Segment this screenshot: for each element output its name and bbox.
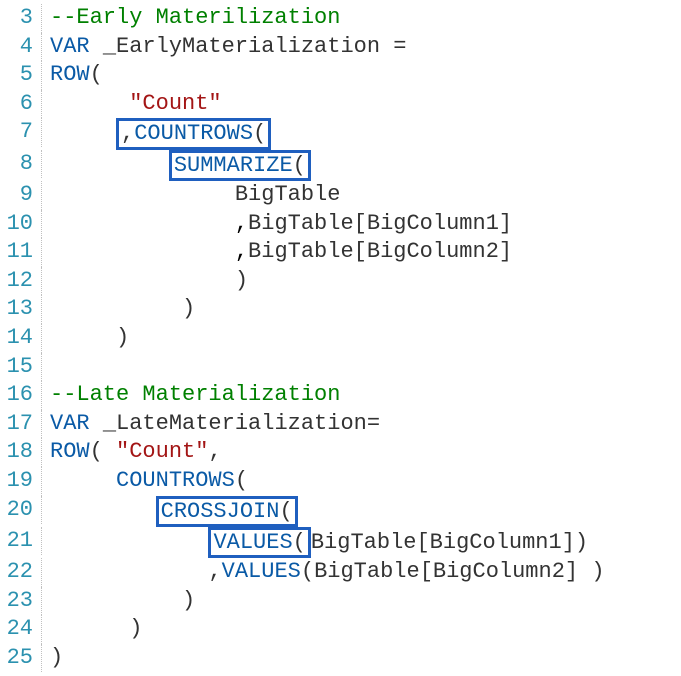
string-token: "Count" — [129, 91, 221, 116]
code-line: 5 ROW( — [0, 61, 681, 90]
code-line: 7 ,COUNTROWS( — [0, 118, 681, 149]
highlight-box: SUMMARIZE( — [169, 150, 311, 181]
code-line: 19 COUNTROWS( — [0, 467, 681, 496]
string-token: "Count" — [116, 439, 208, 464]
code-line: 10 ,BigTable[BigColumn1] — [0, 210, 681, 239]
line-number: 22 — [0, 558, 42, 587]
column-token: [BigColumn2] — [354, 239, 512, 264]
identifier-token: BigTable — [311, 530, 417, 555]
line-number: 14 — [0, 324, 42, 353]
identifier-token: _LateMaterialization — [103, 411, 367, 436]
identifier-token: BigTable — [235, 182, 341, 207]
line-number: 16 — [0, 381, 42, 410]
keyword-token: COUNTROWS — [134, 121, 253, 146]
keyword-token: ROW — [50, 62, 90, 87]
line-number: 3 — [0, 4, 42, 33]
line-number: 23 — [0, 587, 42, 616]
column-token: [BigColumn2] — [420, 559, 578, 584]
code-line: 6 "Count" — [0, 90, 681, 119]
code-line: 13 ) — [0, 295, 681, 324]
code-line: 9 BigTable — [0, 181, 681, 210]
line-number: 15 — [0, 353, 42, 382]
code-line: 17 VAR _LateMaterialization= — [0, 410, 681, 439]
code-line: 24 ) — [0, 615, 681, 644]
comment-token: --Early Materilization — [50, 5, 340, 30]
code-line: 21 VALUES(BigTable[BigColumn1]) — [0, 527, 681, 558]
keyword-token: CROSSJOIN — [161, 499, 280, 524]
line-number: 11 — [0, 238, 42, 267]
code-line: 15 — [0, 353, 681, 382]
line-number: 8 — [0, 150, 42, 179]
keyword-token: COUNTROWS — [116, 468, 235, 493]
line-number: 5 — [0, 61, 42, 90]
column-token: [BigColumn1] — [416, 530, 574, 555]
code-line: 3 --Early Materilization — [0, 4, 681, 33]
code-line: 11 ,BigTable[BigColumn2] — [0, 238, 681, 267]
identifier-token: BigTable — [248, 239, 354, 264]
keyword-token: SUMMARIZE — [174, 153, 293, 178]
line-number: 4 — [0, 33, 42, 62]
paren-token: ) — [116, 325, 129, 350]
line-number: 6 — [0, 90, 42, 119]
code-line: 4 VAR _EarlyMaterialization = — [0, 33, 681, 62]
highlight-box: VALUES( — [208, 527, 310, 558]
highlight-box: ,COUNTROWS( — [116, 118, 271, 149]
code-line: 22 ,VALUES(BigTable[BigColumn2] ) — [0, 558, 681, 587]
code-line: 12 ) — [0, 267, 681, 296]
paren-token: ) — [182, 588, 195, 613]
code-line: 16 --Late Materialization — [0, 381, 681, 410]
keyword-token: VAR — [50, 411, 90, 436]
code-editor: 3 --Early Materilization 4 VAR _EarlyMat… — [0, 4, 681, 672]
keyword-token: VAR — [50, 34, 90, 59]
identifier-token: BigTable — [248, 211, 354, 236]
line-number: 7 — [0, 118, 42, 147]
line-number: 19 — [0, 467, 42, 496]
line-number: 20 — [0, 496, 42, 525]
line-number: 12 — [0, 267, 42, 296]
highlight-box: CROSSJOIN( — [156, 496, 298, 527]
identifier-token: _EarlyMaterialization — [103, 34, 380, 59]
line-number: 9 — [0, 181, 42, 210]
code-line: 8 SUMMARIZE( — [0, 150, 681, 181]
column-token: [BigColumn1] — [354, 211, 512, 236]
comment-token: --Late Materialization — [50, 382, 340, 407]
identifier-token: BigTable — [314, 559, 420, 584]
code-line: 18 ROW( "Count", — [0, 438, 681, 467]
code-line: 14 ) — [0, 324, 681, 353]
code-line: 20 CROSSJOIN( — [0, 496, 681, 527]
line-number: 18 — [0, 438, 42, 467]
keyword-token: VALUES — [213, 530, 292, 555]
keyword-token: ROW — [50, 439, 90, 464]
paren-token: ) — [129, 616, 142, 641]
line-number: 21 — [0, 527, 42, 556]
line-number: 13 — [0, 295, 42, 324]
keyword-token: VALUES — [222, 559, 301, 584]
line-number: 24 — [0, 615, 42, 644]
line-number: 25 — [0, 644, 42, 673]
paren-token: ) — [182, 296, 195, 321]
paren-token: ) — [50, 645, 63, 670]
code-line: 23 ) — [0, 587, 681, 616]
paren-token: ) — [235, 268, 248, 293]
line-number: 17 — [0, 410, 42, 439]
code-line: 25 ) — [0, 644, 681, 673]
line-number: 10 — [0, 210, 42, 239]
